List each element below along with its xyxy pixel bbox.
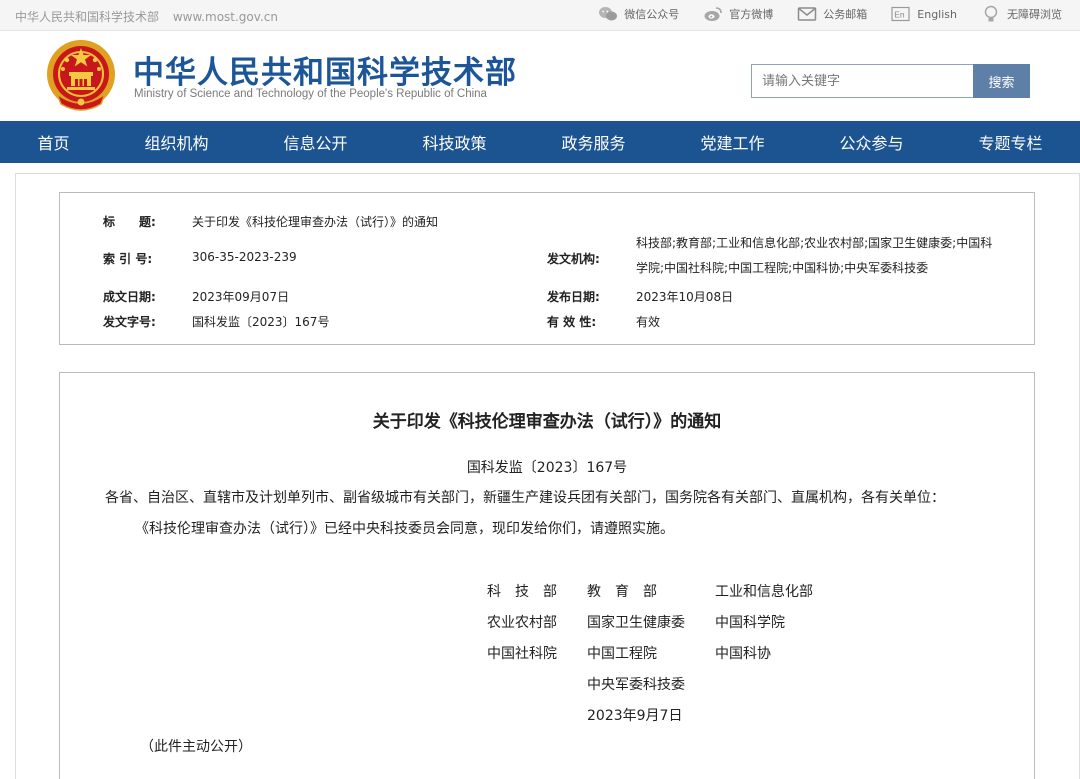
document-title: 关于印发《科技伦理审查办法（试行）》的通知: [372, 412, 722, 432]
signatory: 中国工程院: [587, 646, 657, 662]
signatory: 科 技 部: [487, 584, 557, 600]
meta-docno-label: 发文字号:: [103, 315, 156, 329]
english-link[interactable]: En English: [891, 5, 957, 23]
national-emblem-logo[interactable]: [45, 38, 117, 114]
signatory: 教 育 部: [587, 584, 657, 600]
nav-special-topics[interactable]: 专题专栏: [978, 130, 1042, 154]
accessibility-label: 无障碍浏览: [1007, 8, 1062, 21]
document-footnote: （此件主动公开）: [140, 739, 252, 755]
meta-index-label: 索 引 号:: [103, 252, 153, 266]
mail-label: 公务邮箱: [823, 8, 868, 21]
signatory: 农业农村部: [487, 615, 557, 631]
mail-link[interactable]: 公务邮箱: [797, 5, 867, 23]
meta-validity-label: 有 效 性:: [547, 315, 597, 329]
wechat-label: 微信公众号: [624, 8, 680, 21]
wechat-icon: [599, 7, 618, 21]
meta-published-label: 发布日期:: [547, 290, 600, 304]
english-icon: En: [891, 6, 910, 22]
site-identity: 中华人民共和国科学技术部 www.most.gov.cn: [15, 8, 288, 25]
document-paragraph: 《科技伦理审查办法（试行）》已经中央科技委员会同意，现印发给你们，请遵照实施。: [135, 521, 674, 537]
top-utility-bar: 中华人民共和国科学技术部 www.most.gov.cn 微信公众号 官方微博 …: [0, 0, 1080, 31]
meta-title-value: 关于印发《科技伦理审查办法（试行）》的通知: [192, 215, 439, 229]
english-label: English: [917, 7, 957, 21]
nav-science-policy[interactable]: 科技政策: [422, 130, 486, 154]
utility-links: 微信公众号 官方微博 公务邮箱 En English 无障碍浏览: [574, 5, 1062, 23]
nav-party-building[interactable]: 党建工作: [700, 130, 764, 154]
document-addressee: 各省、自治区、直辖市及计划单列市、副省级城市有关部门，新疆生产建设兵团有关部门，…: [105, 490, 945, 506]
main-navigation: 首页 组织机构 信息公开 科技政策 政务服务 党建工作 公众参与 专题专栏: [0, 121, 1080, 163]
document-body: 关于印发《科技伦理审查办法（试行）》的通知 国科发监〔2023〕167号 各省、…: [59, 372, 1035, 779]
nav-government-services[interactable]: 政务服务: [561, 130, 625, 154]
document-metadata: 标 题: 关于印发《科技伦理审查办法（试行）》的通知 索 引 号: 306-35…: [59, 192, 1035, 345]
site-header: 中华人民共和国科学技术部 Ministry of Science and Tec…: [0, 31, 1080, 121]
document-number: 国科发监〔2023〕167号: [466, 460, 628, 476]
weibo-icon: [704, 7, 723, 21]
search-button[interactable]: 搜索: [973, 64, 1030, 98]
signatory: 中国社科院: [487, 646, 557, 662]
meta-issuer-value: 科技部;教育部;工业和信息化部;农业农村部;国家卫生健康委;中国科学院;中国社科…: [636, 236, 993, 275]
site-name: 中华人民共和国科学技术部: [15, 10, 160, 24]
nav-home[interactable]: 首页: [37, 130, 69, 154]
accessibility-icon: [984, 5, 998, 22]
signatory: 中国科协: [715, 646, 771, 662]
nav-public-participation[interactable]: 公众参与: [839, 130, 903, 154]
weibo-link[interactable]: 官方微博: [703, 5, 773, 23]
mail-icon: [798, 7, 817, 21]
signatory: 国家卫生健康委: [587, 615, 685, 631]
signatory: 中国科学院: [715, 615, 785, 631]
meta-validity-value: 有效: [636, 315, 661, 329]
meta-docno-value: 国科发监〔2023〕167号: [192, 315, 330, 329]
meta-issuer-label: 发文机构:: [547, 252, 600, 266]
meta-created-value: 2023年09月07日: [192, 290, 290, 304]
site-title-cn: 中华人民共和国科学技术部: [133, 55, 517, 91]
meta-title-label: 标 题:: [103, 215, 156, 229]
accessibility-link[interactable]: 无障碍浏览: [981, 5, 1062, 23]
site-title-en: Ministry of Science and Technology of th…: [134, 88, 487, 100]
wechat-link[interactable]: 微信公众号: [598, 5, 679, 23]
site-url: www.most.gov.cn: [172, 10, 278, 24]
nav-information-disclosure[interactable]: 信息公开: [283, 130, 347, 154]
signatory: 中央军委科技委: [587, 677, 685, 693]
meta-index-value: 306-35-2023-239: [192, 250, 297, 264]
svg-text:En: En: [894, 10, 905, 20]
nav-organization[interactable]: 组织机构: [144, 130, 208, 154]
search-input[interactable]: [751, 64, 974, 98]
meta-published-value: 2023年10月08日: [636, 290, 734, 304]
signatory: 工业和信息化部: [715, 584, 813, 600]
meta-created-label: 成文日期:: [103, 290, 156, 304]
weibo-label: 官方微博: [729, 8, 774, 21]
document-date: 2023年9月7日: [587, 708, 683, 724]
